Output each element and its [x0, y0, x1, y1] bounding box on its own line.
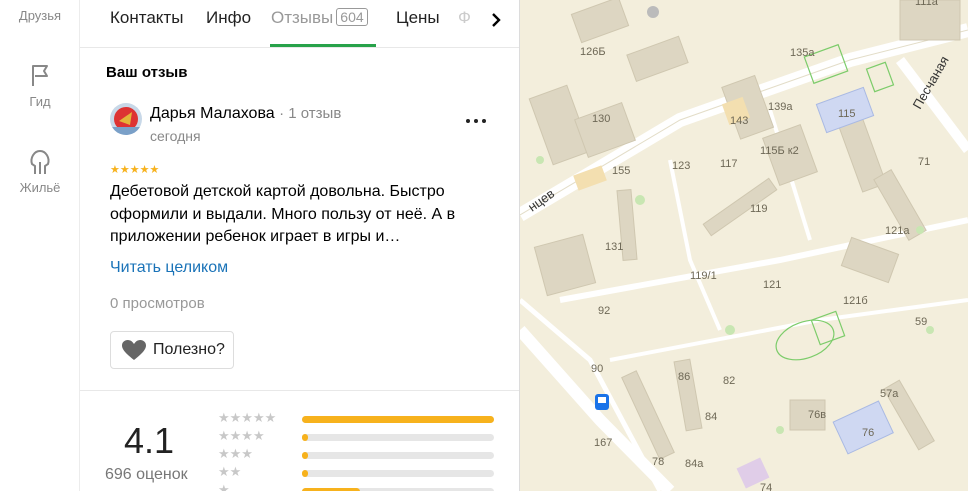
house-number-label: 139а: [768, 101, 793, 113]
tabs-bar: Контакты Инфо Отзывы 604 Цены Ф: [80, 0, 519, 48]
author-name: Дарья Малахова: [150, 105, 275, 122]
house-number-label: 78: [652, 456, 664, 468]
rail-guide-label: Гид: [29, 94, 51, 109]
histogram-track: [302, 470, 494, 477]
avatar[interactable]: [110, 103, 142, 135]
house-number-label: 74: [760, 482, 772, 491]
histogram-track: [302, 434, 494, 441]
house-number-label: 71: [918, 156, 930, 168]
house-number-label: 86: [678, 371, 690, 383]
tab-prices[interactable]: Цены: [396, 8, 440, 28]
house-number-label: 131: [605, 241, 623, 253]
house-number-label: 92: [598, 305, 610, 317]
tab-photos-partial[interactable]: Ф: [458, 8, 471, 28]
histogram-fill: [302, 470, 308, 477]
histogram-fill: [302, 434, 308, 441]
house-number-label: 115Б к2: [760, 145, 799, 157]
histogram-stars: ★★★★: [218, 428, 265, 443]
histogram-row: ★★: [218, 464, 508, 479]
heart-icon: [122, 340, 146, 360]
histogram-row: ★★★★: [218, 428, 508, 443]
histogram-stars: ★: [218, 482, 230, 491]
review-stars: ★★★★★: [110, 164, 160, 176]
house-number-label: 84а: [685, 458, 704, 470]
house-number-label: 123: [672, 160, 690, 172]
rail-item-housing[interactable]: Жильё: [0, 148, 80, 195]
rating-value: 4.1: [124, 420, 175, 461]
house-number-label: 57а: [880, 388, 899, 400]
house-number-label: 155: [612, 165, 630, 177]
histogram-stars: ★★★★★: [218, 410, 277, 425]
histogram-fill: [302, 452, 308, 459]
house-number-label: 121б: [843, 295, 868, 307]
histogram-stars: ★★: [218, 464, 242, 479]
histogram-row: ★: [218, 482, 508, 491]
house-number-label: 111а: [915, 0, 939, 8]
house-icon: [30, 149, 50, 174]
histogram-track: [302, 452, 494, 459]
read-more-link[interactable]: Читать целиком: [110, 259, 228, 277]
section-divider: [80, 390, 519, 391]
left-rail: Друзья Гид Жильё: [0, 0, 80, 491]
house-number-label: 130: [592, 113, 610, 125]
rail-friends-label: Друзья: [18, 8, 62, 23]
more-icon: [466, 119, 486, 123]
house-number-label: 117: [720, 158, 738, 170]
rating-count: 696 оценок: [105, 466, 188, 483]
map[interactable]: Песчаная нцев 126Б 135а 111а 130 143 139а 115 1…: [520, 0, 968, 491]
house-number-label: 126Б: [580, 46, 606, 58]
section-title: Ваш отзыв: [106, 64, 188, 81]
map-canvas[interactable]: Песчаная нцев 126Б 135а111а130 143139а1151…: [520, 0, 968, 491]
review-menu-button[interactable]: [464, 108, 488, 128]
house-number-label: 143: [730, 115, 748, 127]
tab-contacts[interactable]: Контакты: [110, 8, 183, 28]
rail-item-friends[interactable]: Друзья: [0, 8, 80, 23]
house-number-label: 119: [750, 203, 768, 215]
active-tab-indicator: [270, 44, 376, 47]
house-number-label: 167: [594, 437, 612, 449]
app-root: Друзья Гид Жильё Контакты Инфо Отзывы 604…: [0, 0, 968, 491]
flag-icon: [32, 65, 48, 86]
house-number-label: 84: [705, 411, 717, 423]
rail-housing-label: Жильё: [19, 180, 61, 195]
avatar-image: [110, 103, 142, 135]
rail-item-guide[interactable]: Гид: [0, 62, 80, 109]
org-panel: Контакты Инфо Отзывы 604 Цены Ф Ваш отзыв…: [80, 0, 520, 491]
useful-label: Полезно?: [153, 341, 225, 358]
histogram-row: ★★★: [218, 446, 508, 461]
tabs-scroll-right[interactable]: [480, 10, 519, 30]
review-text: Дебетовой детской картой довольна. Быстр…: [110, 183, 456, 245]
house-number-label: 59: [915, 316, 927, 328]
review-author[interactable]: Дарья Малахова · 1 отзыв: [150, 105, 341, 123]
chevron-right-icon: [492, 13, 501, 27]
house-number-label: 135а: [790, 47, 815, 59]
author-review-count: 1 отзыв: [288, 105, 342, 122]
histogram-track: [302, 416, 494, 423]
review-date: сегодня: [150, 128, 201, 144]
house-number-label: 121а: [885, 225, 910, 237]
histogram-row: ★★★★★: [218, 410, 508, 425]
house-number-label: 76: [862, 427, 874, 439]
house-number-label: 121: [763, 279, 781, 291]
house-number-label: 115: [838, 108, 856, 120]
house-number-label: 82: [723, 375, 735, 387]
views-count: 0 просмотров: [110, 295, 205, 312]
tab-info[interactable]: Инфо: [206, 8, 251, 28]
house-number-label: 76в: [808, 409, 826, 421]
tab-reviews[interactable]: Отзывы 604: [271, 8, 368, 28]
useful-button[interactable]: Полезно?: [110, 331, 234, 369]
histogram-fill: [302, 416, 494, 423]
house-number-label: 90: [591, 363, 603, 375]
reviews-count-badge: 604: [336, 8, 368, 26]
histogram-stars: ★★★: [218, 446, 253, 461]
tab-reviews-label: Отзывы: [271, 8, 334, 27]
house-number-label: 119/1: [690, 270, 717, 282]
